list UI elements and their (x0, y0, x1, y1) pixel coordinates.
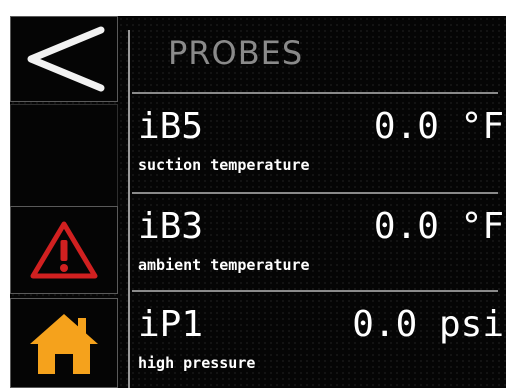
probe-reading: 0.0 °F (374, 206, 504, 247)
probe-reading: 0.0 psi (352, 304, 504, 345)
probes-panel: PROBES iB5 0.0 °F suction temperature iB… (132, 16, 506, 388)
controller-screen: PROBES iB5 0.0 °F suction temperature iB… (10, 16, 506, 388)
probe-description: suction temperature (138, 156, 310, 174)
probe-row[interactable]: iP1 0.0 psi high pressure (138, 296, 504, 388)
probe-value: 0.0 (352, 304, 418, 345)
divider (132, 92, 498, 94)
page-title: PROBES (168, 34, 304, 72)
sidebar (10, 16, 118, 388)
probe-value: 0.0 (373, 206, 439, 247)
probe-id: iB3 (138, 206, 204, 247)
divider (132, 192, 498, 194)
probe-reading: 0.0 °F (374, 106, 504, 147)
probe-description: ambient temperature (138, 256, 310, 274)
warning-triangle-icon (30, 221, 98, 279)
alarm-button[interactable] (10, 206, 118, 294)
probe-unit: °F (460, 106, 504, 147)
sidebar-divider (128, 30, 130, 388)
home-icon (30, 314, 98, 374)
probe-value: 0.0 (373, 106, 439, 147)
probe-id: iB5 (138, 106, 204, 147)
chevron-left-icon (27, 26, 105, 92)
probe-row[interactable]: iB5 0.0 °F suction temperature (138, 98, 504, 190)
back-button[interactable] (10, 16, 118, 102)
divider (132, 290, 498, 292)
probe-description: high pressure (138, 354, 256, 372)
probe-id: iP1 (138, 304, 204, 345)
empty-side-button[interactable] (10, 104, 118, 216)
probe-row[interactable]: iB3 0.0 °F ambient temperature (138, 198, 504, 290)
probe-unit: psi (438, 304, 504, 345)
home-button[interactable] (10, 298, 118, 388)
probe-unit: °F (460, 206, 504, 247)
